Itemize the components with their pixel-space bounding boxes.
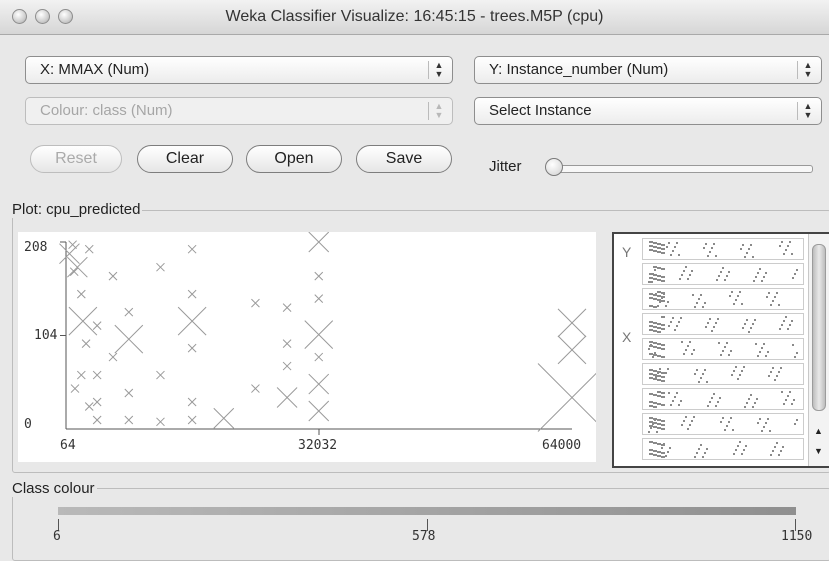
window-title: Weka Classifier Visualize: 16:45:15 - tr…: [225, 8, 604, 25]
data-point-marker[interactable]: [308, 373, 330, 395]
matrix-cell-thumbnail[interactable]: [642, 338, 804, 360]
data-point-marker[interactable]: [177, 306, 207, 336]
data-point-marker[interactable]: [314, 271, 324, 281]
select-instance-select[interactable]: Select Instance ▲ ▼: [474, 97, 822, 125]
data-point-marker[interactable]: [92, 370, 102, 380]
data-point-marker[interactable]: [124, 307, 134, 317]
data-point-marker[interactable]: [537, 363, 607, 432]
data-point-marker[interactable]: [557, 308, 587, 338]
matrix-scrollbar[interactable]: ▲ ▼: [808, 234, 829, 466]
data-point-marker[interactable]: [114, 324, 144, 354]
data-point-marker[interactable]: [314, 352, 324, 362]
updown-arrow-icon: ▲ ▼: [797, 61, 815, 79]
data-point-marker[interactable]: [70, 384, 80, 393]
y-tick-208: 208: [24, 240, 48, 255]
reset-button[interactable]: Reset: [30, 145, 122, 173]
data-point-marker[interactable]: [187, 244, 197, 254]
colour-select-label: Colour: class (Num): [40, 102, 173, 119]
data-point-marker[interactable]: [68, 240, 77, 250]
x-tick-64: 64: [60, 438, 76, 453]
data-point-marker[interactable]: [282, 339, 292, 348]
matrix-cell-thumbnail[interactable]: [642, 363, 804, 385]
data-point-marker[interactable]: [557, 335, 587, 365]
data-point-marker[interactable]: [156, 417, 165, 427]
plot-title: Plot: cpu_predicted: [10, 201, 143, 218]
data-point-marker[interactable]: [314, 294, 324, 303]
data-point-marker[interactable]: [76, 370, 86, 380]
y-tick-0: 0: [24, 417, 32, 432]
jitter-slider-track[interactable]: [553, 165, 813, 173]
data-point-marker[interactable]: [69, 267, 79, 277]
data-point-marker[interactable]: [187, 343, 197, 353]
jitter-slider-knob[interactable]: [545, 158, 563, 176]
data-point-marker[interactable]: [92, 415, 102, 425]
data-point-marker[interactable]: [92, 397, 102, 407]
matrix-cell-thumbnail[interactable]: [642, 238, 804, 260]
matrix-cell-thumbnail[interactable]: [642, 438, 804, 460]
colour-tick-label: 1150: [781, 529, 813, 544]
scroll-up-icon[interactable]: ▲: [814, 426, 823, 436]
title-bar: Weka Classifier Visualize: 16:45:15 - tr…: [0, 0, 829, 35]
x-axis-select-label: X: MMAX (Num): [40, 61, 150, 78]
updown-arrow-icon: ▲ ▼: [428, 102, 446, 120]
scroll-down-icon[interactable]: ▼: [814, 446, 823, 456]
data-point-marker[interactable]: [308, 400, 330, 422]
colour-select[interactable]: Colour: class (Num) ▲ ▼: [25, 97, 453, 125]
data-point-marker[interactable]: [187, 397, 197, 407]
class-colour-panel: [12, 488, 829, 561]
y-tick-104: 104: [34, 328, 58, 343]
matrix-cell-thumbnail[interactable]: [642, 288, 804, 310]
data-point-marker[interactable]: [304, 320, 334, 349]
open-button[interactable]: Open: [246, 145, 342, 173]
data-point-marker[interactable]: [308, 231, 330, 253]
y-axis-select[interactable]: Y: Instance_number (Num) ▲ ▼: [474, 56, 822, 84]
class-colour-title: Class colour: [10, 480, 97, 497]
data-point-marker[interactable]: [84, 402, 94, 411]
scrollbar-thumb[interactable]: [812, 244, 826, 411]
class-colour-gradient-bar: [58, 507, 796, 515]
save-button[interactable]: Save: [356, 145, 452, 173]
data-point-marker[interactable]: [81, 339, 91, 348]
data-point-marker[interactable]: [276, 387, 298, 408]
data-point-marker[interactable]: [187, 415, 197, 425]
data-point-marker[interactable]: [251, 384, 260, 393]
updown-arrow-icon: ▲ ▼: [797, 102, 815, 120]
data-point-marker[interactable]: [282, 361, 292, 371]
data-point-marker[interactable]: [92, 321, 102, 330]
matrix-cell-thumbnail[interactable]: [642, 313, 804, 335]
data-point-marker[interactable]: [156, 370, 165, 380]
x-tick-64000: 64000: [542, 438, 582, 453]
data-point-marker[interactable]: [108, 271, 118, 281]
y-axis-select-label: Y: Instance_number (Num): [489, 61, 669, 78]
scatter-plot-area[interactable]: [18, 231, 607, 462]
data-point-marker[interactable]: [124, 388, 134, 398]
data-point-marker[interactable]: [84, 244, 94, 254]
data-point-marker[interactable]: [124, 415, 134, 425]
data-point-marker[interactable]: [213, 407, 235, 429]
x-axis-select[interactable]: X: MMAX (Num) ▲ ▼: [25, 56, 453, 84]
data-point-marker[interactable]: [76, 289, 86, 299]
x-tick-32032: 32032: [298, 438, 338, 453]
select-instance-label: Select Instance: [489, 102, 592, 119]
data-point-marker[interactable]: [108, 352, 118, 362]
matrix-cell-thumbnail[interactable]: [642, 263, 804, 285]
matrix-x-label: X: [622, 329, 632, 345]
scatter-plot: [59, 231, 607, 435]
data-point-marker[interactable]: [187, 289, 197, 299]
clear-button[interactable]: Clear: [137, 145, 233, 173]
colour-tick-label: 6: [53, 529, 61, 544]
data-point-marker[interactable]: [59, 243, 80, 265]
data-point-marker[interactable]: [282, 303, 292, 312]
colour-tick-label: 578: [412, 529, 436, 544]
data-point-marker[interactable]: [251, 298, 260, 308]
data-point-marker[interactable]: [156, 262, 165, 272]
attribute-matrix-panel: Y X ▲ ▼: [612, 232, 829, 468]
updown-arrow-icon: ▲ ▼: [428, 61, 446, 79]
matrix-cell-thumbnail[interactable]: [642, 413, 804, 435]
matrix-cell-thumbnail[interactable]: [642, 388, 804, 410]
matrix-y-label: Y: [622, 244, 632, 260]
data-point-marker[interactable]: [68, 306, 98, 336]
jitter-label: Jitter: [489, 158, 522, 175]
